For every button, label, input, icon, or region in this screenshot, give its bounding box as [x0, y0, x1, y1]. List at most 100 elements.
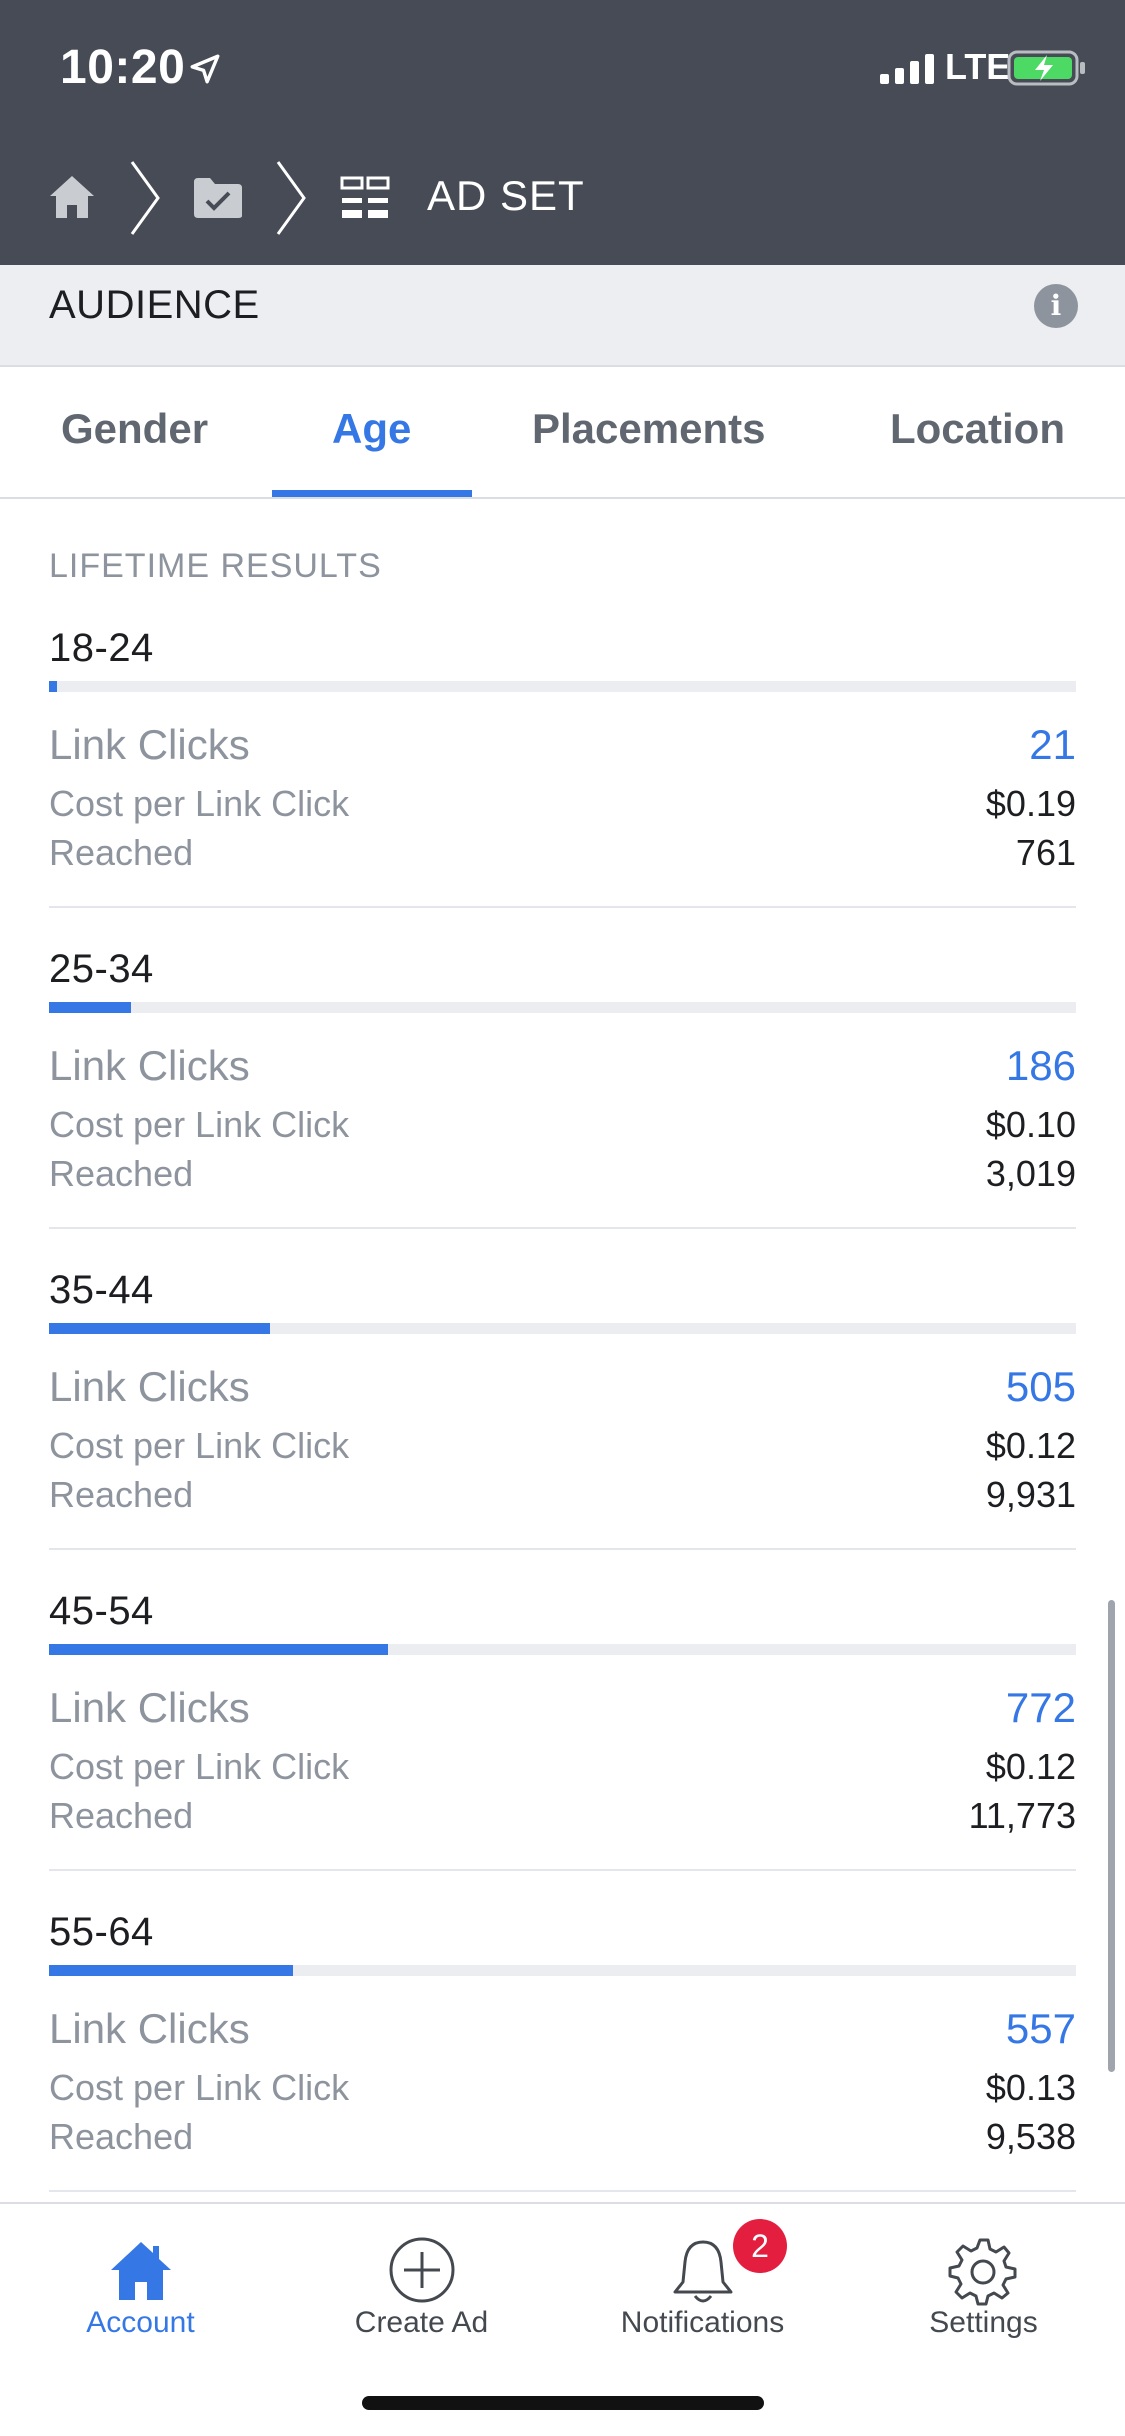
link-clicks-row: Link Clicks 772 — [49, 1684, 1076, 1736]
cost-per-click-value: $0.19 — [985, 783, 1076, 824]
status-bar: 10:20 LTE — [0, 0, 1125, 135]
age-group-item: 55-64 Link Clicks 557 Cost per Link Clic… — [49, 1910, 1076, 2202]
age-group-item: 18-24 Link Clicks 21 Cost per Link Click… — [49, 626, 1076, 947]
cost-per-click-value: $0.12 — [985, 1746, 1076, 1787]
nav-notifications[interactable]: 2 Notifications — [562, 2204, 843, 2354]
chevron-right-icon — [130, 161, 160, 235]
battery-charging-icon — [1007, 50, 1085, 86]
app-screen: 10:20 LTE AD SET AUDIENCE i Gender Age P… — [0, 0, 1125, 2436]
link-clicks-row: Link Clicks 505 — [49, 1363, 1076, 1415]
cost-per-click-row: Cost per Link Click $0.12 — [49, 1425, 1076, 1467]
nav-account[interactable]: Account — [0, 2204, 281, 2354]
nav-label: Create Ad — [354, 2306, 489, 2339]
age-range-label: 18-24 — [49, 626, 154, 670]
reached-label: Reached — [49, 832, 194, 873]
cost-per-click-value: $0.13 — [985, 2067, 1076, 2108]
signal-icon — [880, 54, 934, 84]
link-clicks-value: 186 — [1005, 1042, 1076, 1089]
reached-row: Reached 761 — [49, 832, 1076, 874]
reached-label: Reached — [49, 2116, 194, 2157]
results-bar-track — [49, 1002, 1076, 1013]
chevron-right-icon — [276, 161, 306, 235]
breadcrumb: AD SET — [0, 150, 1125, 245]
results-bar-track — [49, 1965, 1076, 1976]
age-range-label: 45-54 — [49, 1589, 154, 1633]
cost-per-click-label: Cost per Link Click — [49, 1425, 350, 1466]
link-clicks-value: 505 — [1005, 1363, 1076, 1410]
campaign-folder-icon[interactable] — [192, 176, 244, 220]
tab-age[interactable]: Age — [332, 405, 411, 453]
results-bar-track — [49, 681, 1076, 692]
gear-icon — [948, 2238, 1017, 2306]
audience-section-header: AUDIENCE i — [0, 265, 1125, 367]
nav-create-ad[interactable]: Create Ad — [281, 2204, 562, 2354]
scrollbar[interactable] — [1108, 1600, 1115, 2072]
reached-row: Reached 11,773 — [49, 1795, 1076, 1837]
tab-location[interactable]: Location — [890, 405, 1065, 453]
nav-label: Account — [86, 2306, 195, 2339]
reached-value: 9,538 — [985, 2116, 1076, 2157]
lifetime-results-label: LIFETIME RESULTS — [49, 547, 382, 585]
ad-set-grid-icon — [340, 176, 390, 218]
reached-value: 9,931 — [985, 1474, 1076, 1515]
age-group-item: 25-34 Link Clicks 186 Cost per Link Clic… — [49, 947, 1076, 1268]
active-tab-indicator — [272, 490, 472, 497]
cost-per-click-row: Cost per Link Click $0.13 — [49, 2067, 1076, 2109]
link-clicks-value: 557 — [1005, 2005, 1076, 2052]
cost-per-click-label: Cost per Link Click — [49, 783, 350, 824]
divider — [49, 906, 1076, 908]
link-clicks-label: Link Clicks — [49, 1363, 250, 1410]
plus-circle-icon — [389, 2237, 455, 2303]
link-clicks-row: Link Clicks 557 — [49, 2005, 1076, 2057]
reached-label: Reached — [49, 1474, 194, 1515]
cost-per-click-row: Cost per Link Click $0.10 — [49, 1104, 1076, 1146]
tab-placements[interactable]: Placements — [532, 405, 765, 453]
notification-badge: 2 — [733, 2219, 787, 2273]
breadcrumb-current: AD SET — [427, 172, 585, 219]
cost-per-click-value: $0.12 — [985, 1425, 1076, 1466]
reached-value: 11,773 — [968, 1795, 1076, 1836]
status-time: 10:20 — [60, 41, 186, 94]
breakdown-tabs: Gender Age Placements Location — [0, 367, 1125, 499]
reached-label: Reached — [49, 1153, 194, 1194]
link-clicks-label: Link Clicks — [49, 1684, 250, 1731]
age-range-label: 25-34 — [49, 947, 154, 991]
age-range-label: 55-64 — [49, 1910, 154, 1954]
link-clicks-value: 772 — [1005, 1684, 1076, 1731]
info-icon[interactable]: i — [1034, 284, 1078, 328]
reached-value: 761 — [1015, 832, 1076, 873]
header: 10:20 LTE AD SET — [0, 0, 1125, 265]
nav-label: Settings — [929, 2306, 1038, 2339]
link-clicks-label: Link Clicks — [49, 721, 250, 768]
cost-per-click-label: Cost per Link Click — [49, 2067, 350, 2108]
divider — [49, 1548, 1076, 1550]
age-group-item: 35-44 Link Clicks 505 Cost per Link Clic… — [49, 1268, 1076, 1589]
results-bar-fill — [49, 681, 58, 692]
link-clicks-value: 21 — [1029, 721, 1076, 768]
cost-per-click-label: Cost per Link Click — [49, 1746, 350, 1787]
reached-row: Reached 9,538 — [49, 2116, 1076, 2158]
results-bar-track — [49, 1323, 1076, 1334]
divider — [49, 1869, 1076, 1871]
tab-gender[interactable]: Gender — [61, 405, 208, 453]
cost-per-click-row: Cost per Link Click $0.19 — [49, 783, 1076, 825]
home-indicator — [362, 2396, 764, 2410]
results-bar-fill — [49, 1002, 132, 1013]
home-icon[interactable] — [48, 174, 96, 220]
link-clicks-row: Link Clicks 21 — [49, 721, 1076, 773]
nav-settings[interactable]: Settings — [843, 2204, 1124, 2354]
link-clicks-label: Link Clicks — [49, 2005, 250, 2052]
cost-per-click-value: $0.10 — [985, 1104, 1076, 1145]
cost-per-click-label: Cost per Link Click — [49, 1104, 350, 1145]
link-clicks-label: Link Clicks — [49, 1042, 250, 1089]
nav-label: Notifications — [620, 2306, 785, 2339]
bell-icon — [673, 2240, 733, 2303]
results-bar-fill — [49, 1323, 270, 1334]
home-icon — [111, 2242, 171, 2300]
divider — [49, 1227, 1076, 1229]
results-list[interactable]: LIFETIME RESULTS 18-24 Link Clicks 21 Co… — [0, 499, 1125, 2202]
divider — [49, 2190, 1076, 2192]
reached-value: 3,019 — [985, 1153, 1076, 1194]
reached-row: Reached 3,019 — [49, 1153, 1076, 1195]
results-bar-track — [49, 1644, 1076, 1655]
